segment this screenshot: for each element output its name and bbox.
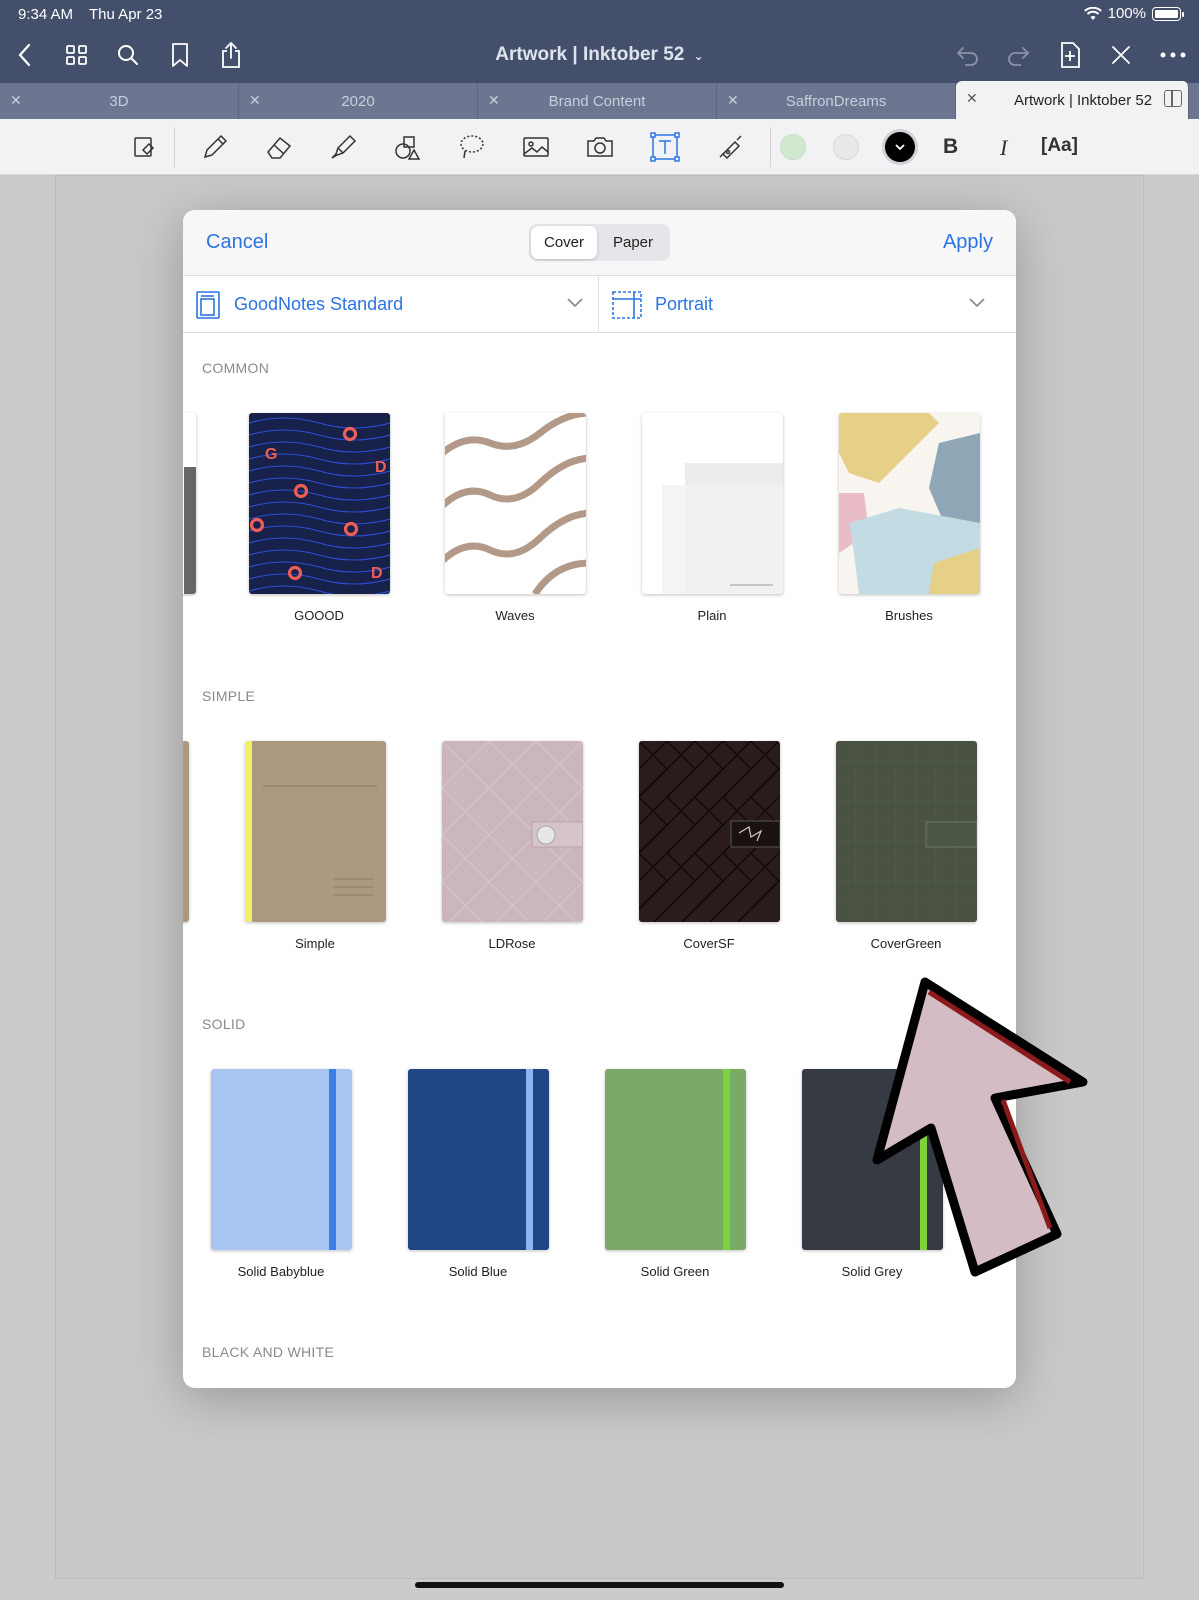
cover-solid-babyblue[interactable] — [211, 1069, 352, 1250]
selector-row: GoodNotes Standard Portrait — [183, 276, 1016, 333]
pen-cross-icon[interactable] — [1106, 40, 1136, 70]
cover-solid-green[interactable] — [605, 1069, 746, 1250]
apply-button[interactable]: Apply — [943, 231, 993, 254]
cover-label: LDRose — [488, 936, 536, 951]
chevron-down-icon — [567, 298, 583, 308]
section-title-simple: SIMPLE — [202, 688, 256, 704]
section-title-common: COMMON — [202, 360, 270, 376]
lasso-tool-icon[interactable] — [455, 131, 487, 163]
tab-label: Brand Content — [548, 92, 646, 110]
tab-bar: ✕ 3D ✕ 2020 ✕ Brand Content ✕ SaffronDreams … — [0, 81, 1199, 119]
read-only-mode-icon[interactable] — [128, 131, 160, 163]
section-title-black-and-white: BLACK AND WHITE — [202, 1344, 335, 1360]
chevron-down-icon — [895, 144, 905, 151]
text-style-button[interactable]: [Aa] — [1041, 135, 1078, 157]
pointer-arrow-annotation — [872, 977, 1088, 1277]
document-title-sub: | Inktober 52 — [572, 44, 685, 65]
tab-label: Artwork | Inktober 52 — [1013, 91, 1153, 109]
home-indicator — [415, 1582, 784, 1588]
camera-tool-icon[interactable] — [584, 131, 616, 163]
cover-label: CoverGreen — [870, 936, 942, 951]
section-title-solid: SOLID — [202, 1016, 246, 1032]
close-icon[interactable]: ✕ — [249, 92, 261, 109]
template-set-icon — [196, 291, 220, 319]
eraser-tool-icon[interactable] — [263, 131, 295, 163]
highlighter-tool-icon[interactable] — [327, 131, 359, 163]
tool-bar: B I [Aa] — [0, 119, 1199, 175]
svg-text:G: G — [265, 446, 277, 463]
close-icon[interactable]: ✕ — [10, 92, 22, 109]
add-page-icon[interactable] — [1055, 40, 1085, 70]
wifi-icon — [1083, 6, 1102, 20]
cover-label: Simple — [295, 936, 335, 951]
status-right: 100% — [1083, 5, 1184, 22]
status-date: Thu Apr 23 — [89, 6, 163, 23]
status-time: 9:34 AM — [18, 6, 74, 23]
cover-partial[interactable] — [183, 413, 196, 594]
split-view-icon[interactable] — [1164, 90, 1182, 107]
cover-label: CoverSF — [683, 936, 735, 951]
tab-artwork[interactable]: ✕ Artwork | Inktober 52 — [956, 81, 1189, 119]
nav-bar: Artwork | Inktober 52 ⌄ — [0, 28, 1199, 83]
undo-icon[interactable] — [953, 40, 983, 70]
cover-waves[interactable] — [445, 413, 586, 594]
cover-label: Brushes — [885, 608, 933, 623]
close-icon[interactable]: ✕ — [488, 92, 500, 109]
tab-brand-content[interactable]: ✕ Brand Content — [478, 83, 717, 119]
cover-goood[interactable]: G D D — [249, 413, 390, 594]
cover-solid-blue[interactable] — [408, 1069, 549, 1250]
cover-partial[interactable] — [183, 741, 189, 922]
tab-label: SaffronDreams — [785, 92, 887, 110]
svg-text:D: D — [371, 565, 383, 582]
bold-button[interactable]: B — [943, 135, 958, 159]
tab-saffrondreams[interactable]: ✕ SaffronDreams — [717, 83, 956, 119]
cover-paper-segment: Cover Paper — [529, 224, 670, 261]
status-bar: 9:34 AM Thu Apr 23 100% — [0, 0, 1199, 28]
image-tool-icon[interactable] — [520, 131, 552, 163]
cover-brushes[interactable] — [839, 413, 980, 594]
cover-ldrose[interactable] — [442, 741, 583, 922]
cover-label: Waves — [495, 608, 535, 623]
cover-coversf[interactable] — [639, 741, 780, 922]
color-swatch-black[interactable] — [885, 132, 915, 162]
cover-simple[interactable] — [245, 741, 386, 922]
tab-label: 2020 — [341, 92, 375, 110]
cover-label: Solid Blue — [448, 1264, 508, 1279]
chevron-down-icon: ⌄ — [693, 49, 704, 63]
color-swatch-grey[interactable] — [833, 134, 859, 160]
cover-label: Solid Babyblue — [237, 1264, 325, 1279]
chevron-down-icon — [969, 298, 985, 308]
document-title-main: Artwork — [495, 44, 568, 65]
battery-icon — [1152, 6, 1184, 21]
template-set-label: GoodNotes Standard — [234, 294, 404, 314]
cover-label: Plain — [697, 608, 727, 623]
laser-pointer-icon[interactable] — [714, 131, 746, 163]
modal-header: Cancel Cover Paper Apply — [183, 210, 1016, 276]
text-tool-icon[interactable] — [649, 131, 681, 163]
orientation-icon — [612, 291, 642, 319]
tab-2020[interactable]: ✕ 2020 — [239, 83, 478, 119]
cover-label: Solid Green — [640, 1264, 710, 1279]
tab-3d[interactable]: ✕ 3D — [0, 83, 239, 119]
close-icon[interactable]: ✕ — [727, 92, 739, 109]
template-set-select[interactable]: GoodNotes Standard — [183, 276, 599, 333]
cover-label: GOOOD — [294, 608, 344, 623]
cover-covergreen[interactable] — [836, 741, 977, 922]
more-icon[interactable] — [1158, 40, 1188, 70]
orientation-label: Portrait — [655, 294, 714, 314]
redo-icon[interactable] — [1003, 40, 1033, 70]
close-icon[interactable]: ✕ — [966, 90, 978, 107]
pen-tool-icon[interactable] — [199, 131, 231, 163]
shapes-tool-icon[interactable] — [391, 131, 423, 163]
cover-plain[interactable] — [642, 413, 783, 594]
segment-paper[interactable]: Paper — [599, 226, 667, 259]
italic-button[interactable]: I — [1000, 135, 1007, 161]
cancel-button[interactable]: Cancel — [206, 231, 268, 254]
color-swatch-green[interactable] — [780, 134, 806, 160]
svg-text:D: D — [375, 459, 387, 476]
tab-label: 3D — [109, 92, 129, 110]
orientation-select[interactable]: Portrait — [600, 276, 1016, 333]
segment-cover[interactable]: Cover — [531, 226, 597, 259]
battery-percent: 100% — [1107, 5, 1146, 22]
